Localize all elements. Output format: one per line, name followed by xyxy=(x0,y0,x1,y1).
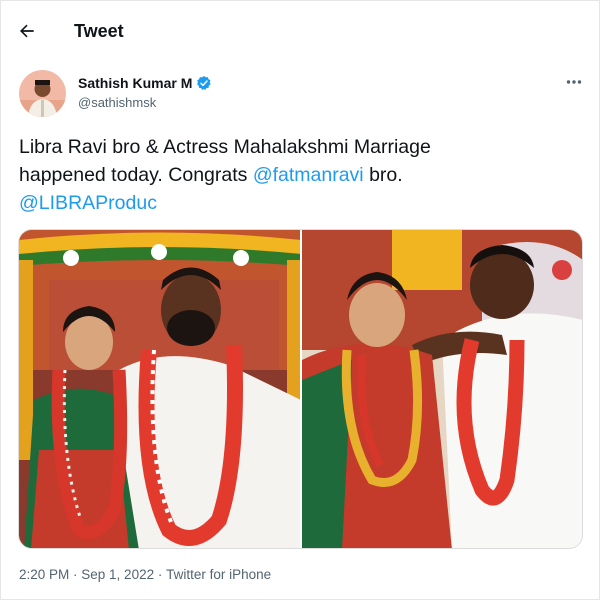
arrow-left-icon xyxy=(20,24,34,38)
back-button[interactable] xyxy=(13,17,41,45)
tweet-client[interactable]: Twitter for iPhone xyxy=(166,567,271,582)
mention-link-fatmanravi[interactable]: @fatmanravi xyxy=(253,164,364,186)
tweet-line-1: Libra Ravi bro & Actress Mahalakshmi Mar… xyxy=(19,136,431,158)
media-photo-2[interactable] xyxy=(302,230,582,548)
meta-separator: · xyxy=(154,567,167,582)
tweet-text: Libra Ravi bro & Actress Mahalakshmi Mar… xyxy=(19,133,579,217)
more-horizontal-icon xyxy=(566,80,582,84)
author-name-row: Sathish Kumar M xyxy=(78,74,212,92)
avatar[interactable] xyxy=(19,70,66,117)
tweet-line-2: happened today. Congrats @fatmanravi bro… xyxy=(19,161,579,189)
meta-separator: · xyxy=(69,567,82,582)
media-photo-1[interactable] xyxy=(19,230,300,548)
tweet-date[interactable]: Sep 1, 2022 xyxy=(81,567,154,582)
page-title: Tweet xyxy=(74,21,124,41)
tweet-line-3: @LIBRAProduc xyxy=(19,189,579,217)
tweet-media xyxy=(18,229,583,549)
tweet-text-fragment: happened today. Congrats xyxy=(19,164,253,186)
header-bar: Tweet xyxy=(1,1,600,61)
tweet-time[interactable]: 2:20 PM xyxy=(19,567,69,582)
author-name[interactable]: Sathish Kumar M xyxy=(78,75,192,91)
author-handle[interactable]: @sathishmsk xyxy=(78,95,212,110)
mention-link-libraproduc[interactable]: @LIBRAProduc xyxy=(19,192,157,214)
tweet-author: Sathish Kumar M @sathishmsk xyxy=(19,70,211,120)
verified-badge-icon xyxy=(197,76,211,90)
tweet-text-fragment: bro. xyxy=(363,164,403,186)
author-text: Sathish Kumar M @sathishmsk xyxy=(78,74,212,110)
tweet-metadata: 2:20 PM · Sep 1, 2022 · Twitter for iPho… xyxy=(19,567,271,582)
more-options-button[interactable] xyxy=(562,73,586,91)
tweet-page: Tweet Sathish Kumar M @sathishmsk Libra … xyxy=(0,0,600,600)
